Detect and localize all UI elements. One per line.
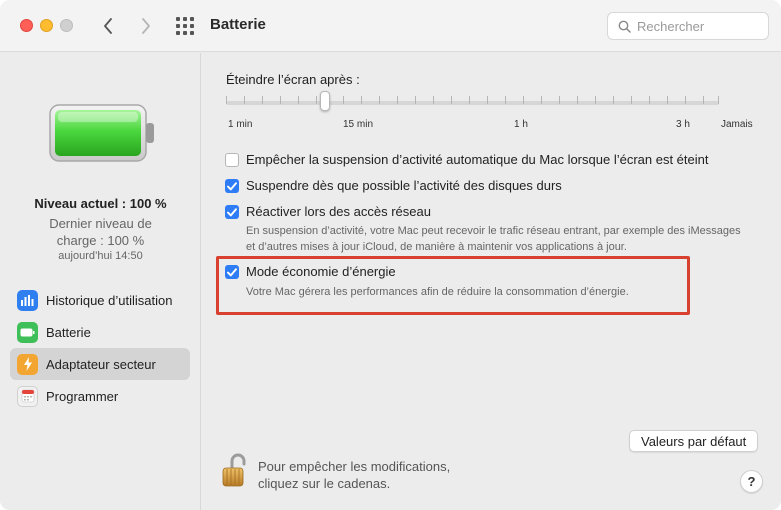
slider-tick	[415, 96, 416, 104]
slider-tick	[316, 96, 317, 104]
slider-tick-label: 3 h	[676, 119, 690, 130]
slider-tick	[433, 96, 434, 104]
sidebar-item-usage-history[interactable]: Historique d’utilisation	[10, 284, 190, 316]
slider-tick	[577, 96, 578, 104]
slider-tick	[541, 96, 542, 104]
slider-tick	[505, 96, 506, 104]
slider-tick	[451, 96, 452, 104]
close-window-button[interactable]	[20, 19, 33, 32]
search-icon	[618, 20, 631, 33]
slider-tick-label: Jamais	[721, 119, 753, 130]
wake-network-option[interactable]: Réactiver lors des accès réseau	[225, 204, 431, 219]
slider-tick	[523, 96, 524, 104]
lock-instructions: Pour empêcher les modifications, cliquez…	[258, 458, 450, 492]
wake-network-description: En suspension d’activité, votre Mac peut…	[246, 225, 741, 253]
slider-tick	[469, 96, 470, 104]
slider-tick	[397, 96, 398, 104]
restore-defaults-button[interactable]: Valeurs par défaut	[629, 430, 759, 452]
option-label: Suspendre dès que possible l’activité de…	[246, 178, 562, 193]
window-title: Batterie	[210, 16, 266, 33]
back-button[interactable]	[97, 14, 119, 38]
sidebar-item-label: Programmer	[46, 388, 119, 404]
slider-tick	[487, 96, 488, 104]
sidebar: Niveau actuel : 100 % Dernier niveau de …	[0, 53, 201, 510]
slider-tick	[298, 96, 299, 104]
slider-tick-label: 15 min	[343, 119, 374, 130]
slider-tick	[703, 96, 704, 104]
calendar-icon	[17, 385, 38, 407]
slider-tick	[595, 96, 596, 104]
slider-tick	[244, 96, 245, 104]
current-level-label: Niveau actuel : 100 %	[34, 196, 167, 211]
slider-tick	[631, 96, 632, 104]
search-field[interactable]	[607, 12, 769, 40]
minimize-window-button[interactable]	[40, 19, 53, 32]
forward-button[interactable]	[135, 14, 157, 38]
chevron-right-icon	[142, 18, 150, 34]
slider-tick	[280, 96, 281, 104]
slider-tick	[613, 96, 614, 104]
disk-sleep-option[interactable]: Suspendre dès que possible l’activité de…	[225, 178, 562, 193]
last-charge-time: aujourd’hui 14:50	[58, 250, 143, 262]
main-panel: Éteindre l’écran après : 1 min 15 min 1 …	[202, 53, 781, 510]
sidebar-nav: Historique d’utilisation Batterie Adapta…	[10, 284, 190, 412]
sidebar-item-label: Historique d’utilisation	[46, 292, 173, 308]
sidebar-item-schedule[interactable]: Programmer	[10, 380, 190, 412]
slider-tick	[649, 96, 650, 104]
slider-tick	[226, 96, 227, 104]
chevron-left-icon	[104, 18, 112, 34]
option-label: Mode économie d’énergie	[246, 264, 396, 279]
checkmark-icon	[227, 207, 237, 216]
option-label: Réactiver lors des accès réseau	[246, 204, 431, 219]
slider-tick	[559, 96, 560, 104]
display-sleep-slider-track[interactable]	[226, 101, 719, 105]
prevent-sleep-checkbox[interactable]	[225, 153, 239, 167]
checkmark-icon	[227, 267, 237, 276]
slider-tick	[667, 96, 668, 104]
sidebar-item-battery[interactable]: Batterie	[10, 316, 190, 348]
grid-icon	[176, 17, 194, 35]
help-button[interactable]: ?	[740, 470, 763, 493]
low-power-mode-description: Votre Mac gérera les performances afin d…	[246, 286, 629, 298]
disk-sleep-checkbox[interactable]	[225, 179, 239, 193]
checkmark-icon	[227, 181, 237, 190]
display-sleep-slider-knob[interactable]	[320, 91, 330, 111]
sidebar-item-label: Adaptateur secteur	[46, 356, 156, 372]
lock-text-line-1: Pour empêcher les modifications,	[258, 459, 451, 474]
display-sleep-label: Éteindre l’écran après :	[226, 72, 360, 87]
battery-icon	[17, 321, 38, 343]
wake-network-checkbox[interactable]	[225, 205, 239, 219]
slider-tick	[262, 96, 263, 104]
low-power-mode-option[interactable]: Mode économie d’énergie	[225, 264, 396, 279]
preferences-window: Batterie Niveau actue	[0, 0, 781, 510]
power-adapter-icon	[17, 353, 38, 375]
option-label: Empêcher la suspension d’activité automa…	[246, 152, 709, 167]
search-input[interactable]	[637, 18, 757, 34]
unlocked-padlock-icon	[222, 453, 246, 487]
slider-tick	[718, 96, 719, 104]
slider-tick	[685, 96, 686, 104]
slider-tick-label: 1 min	[228, 119, 253, 130]
sidebar-item-power-adapter[interactable]: Adaptateur secteur	[10, 348, 190, 380]
slider-tick	[379, 96, 380, 104]
zoom-window-button[interactable]	[60, 19, 73, 32]
slider-tick	[343, 96, 344, 104]
slider-tick-label: 1 h	[514, 119, 528, 130]
usage-history-icon	[17, 289, 38, 311]
last-charge-label: Dernier niveau de charge : 100 %	[49, 216, 152, 248]
low-power-mode-checkbox[interactable]	[225, 265, 239, 279]
lock-button[interactable]	[218, 453, 250, 489]
sidebar-item-label: Batterie	[46, 324, 91, 340]
lock-text-line-2: cliquez sur le cadenas.	[258, 476, 391, 491]
show-all-button[interactable]	[175, 16, 195, 36]
titlebar: Batterie	[0, 0, 781, 52]
prevent-sleep-option[interactable]: Empêcher la suspension d’activité automa…	[225, 152, 708, 167]
slider-tick	[361, 96, 362, 104]
